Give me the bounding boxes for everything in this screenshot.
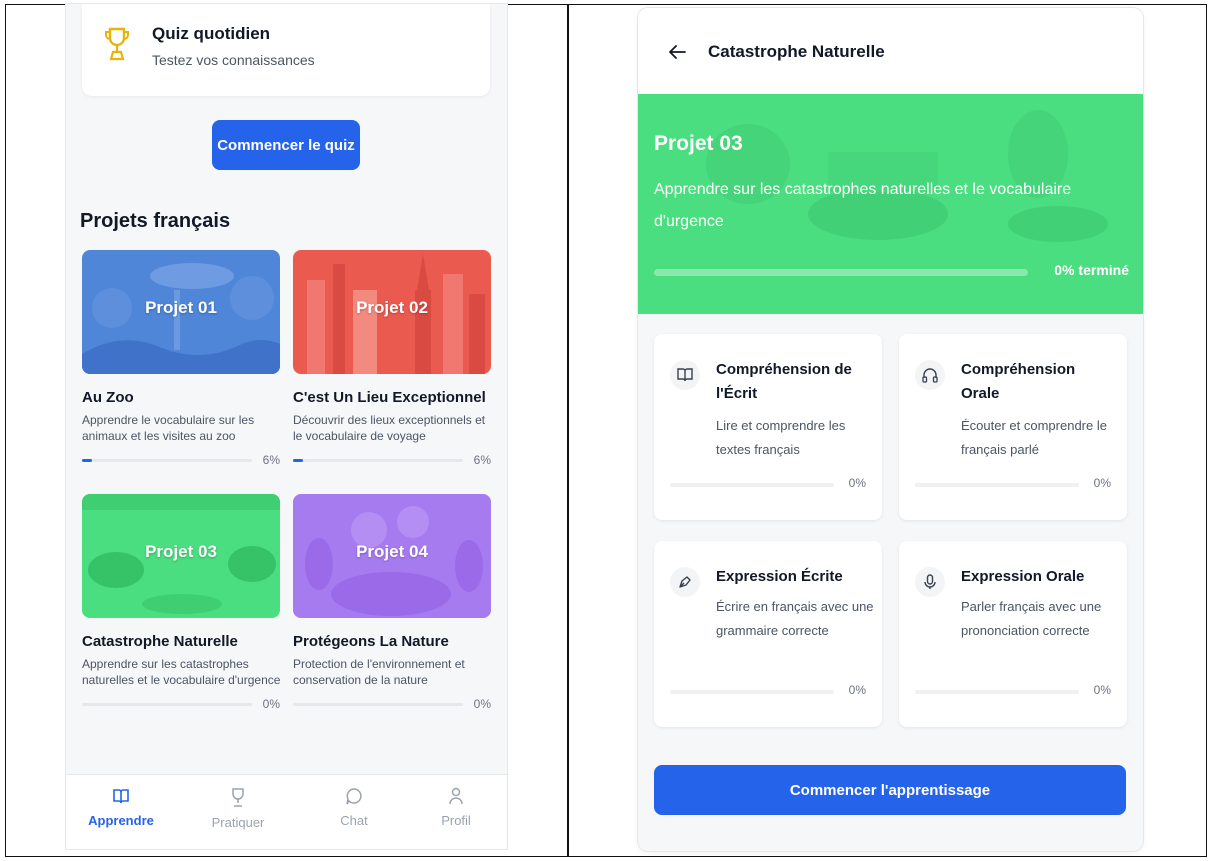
quiz-subtitle: Testez vos connaissances: [152, 52, 315, 68]
document-table-divider: [567, 4, 569, 857]
project-card-04[interactable]: Projet 04 Protégeons La Nature Protectio…: [293, 494, 491, 711]
skill-progress-bar: [670, 483, 834, 487]
home-screen: Quiz quotidien Testez vos connaissances …: [66, 4, 507, 849]
skill-title: Compréhension de l'Écrit: [716, 361, 852, 402]
book-icon: [113, 789, 129, 804]
project-label: Projet 02: [356, 298, 428, 317]
skill-card-listening[interactable]: Compréhension Orale Écouter et comprendr…: [899, 334, 1127, 520]
user-icon: [449, 787, 463, 805]
start-learning-button[interactable]: Commencer l'apprentissage: [654, 765, 1126, 815]
quiz-title: Quiz quotidien: [152, 24, 271, 43]
project-progress: 0%: [293, 697, 491, 711]
nav-label: Chat: [340, 813, 368, 828]
skill-icon-wrap: [670, 567, 700, 597]
project-name: Catastrophe Naturelle: [82, 633, 238, 650]
skill-progress-bar: [670, 690, 834, 694]
project-banner: Projet 03 Apprendre sur les catastrophes…: [638, 94, 1143, 314]
skill-description: Lire et comprendre les textes français: [716, 418, 846, 457]
headphones-icon: [922, 368, 938, 383]
progress-fill: [82, 459, 93, 462]
nav-item-chat[interactable]: Chat: [314, 787, 394, 828]
skill-title: Compréhension Orale: [961, 361, 1076, 402]
skill-progress-percent: 0%: [848, 476, 866, 490]
progress-percent: 6%: [262, 453, 280, 467]
banner-title: Projet 03: [654, 132, 743, 155]
skill-progress-percent: 0%: [848, 683, 866, 697]
project-name: Protégeons La Nature: [293, 633, 449, 650]
project-image: Projet 01: [82, 250, 280, 374]
project-description: Apprendre sur les catastrophes naturelles…: [82, 657, 281, 687]
skill-title: Expression Orale: [961, 568, 1085, 585]
project-detail-screen: Catastrophe Naturelle Projet 03 Apprendr…: [638, 8, 1143, 851]
progress-percent: 0%: [262, 697, 280, 711]
project-card-02[interactable]: Projet 02 C'est Un Lieu Exceptionnel Déc…: [293, 250, 491, 467]
skill-progress-percent: 0%: [1093, 683, 1111, 697]
nav-item-apprendre[interactable]: Apprendre: [81, 787, 161, 828]
project-description: Apprendre le vocabulaire sur les animaux …: [82, 413, 255, 443]
project-progress: 0%: [82, 697, 280, 711]
skill-progress-percent: 0%: [1093, 476, 1111, 490]
progress-percent: 0%: [473, 697, 491, 711]
back-arrow-icon[interactable]: [668, 44, 686, 60]
project-progress: 6%: [82, 453, 280, 467]
project-card-01[interactable]: Projet 01 Au Zoo Apprendre le vocabulair…: [82, 250, 280, 467]
banner-description: Apprendre sur les catastrophes naturelle…: [654, 181, 1072, 230]
book-icon: [677, 368, 693, 382]
chat-icon: [346, 788, 362, 805]
skill-progress-bar: [915, 483, 1079, 487]
progress-percent: 6%: [473, 453, 491, 467]
project-card-03[interactable]: Projet 03 Catastrophe Naturelle Apprendr…: [82, 494, 280, 711]
start-quiz-button[interactable]: Commencer le quiz: [212, 120, 360, 170]
skill-icon-wrap: [915, 360, 945, 390]
project-name: Au Zoo: [82, 389, 134, 406]
nav-label: Profil: [441, 813, 471, 828]
project-image: Projet 04: [293, 494, 491, 618]
banner-progress-text: 0% terminé: [1054, 262, 1129, 278]
project-label: Projet 03: [145, 542, 217, 561]
bottom-navigation: Apprendre Pratiquer Chat Profil: [66, 774, 507, 849]
skill-card-reading[interactable]: Compréhension de l'Écrit Lire et compren…: [654, 334, 882, 520]
page-title: Catastrophe Naturelle: [708, 42, 885, 61]
skill-description: Parler français avec une prononciation c…: [961, 599, 1102, 638]
nav-item-profil[interactable]: Profil: [416, 787, 496, 828]
skill-card-speaking[interactable]: Expression Orale Parler français avec un…: [899, 541, 1127, 727]
skill-title: Expression Écrite: [716, 568, 843, 585]
skill-description: Écrire en français avec une grammaire co…: [716, 599, 874, 638]
project-name: C'est Un Lieu Exceptionnel: [293, 389, 486, 406]
project-label: Projet 01: [145, 298, 217, 317]
app-header: Catastrophe Naturelle: [638, 8, 1143, 94]
skill-progress-bar: [915, 690, 1079, 694]
pen-icon: [679, 576, 691, 588]
project-description: Découvrir des lieux exceptionnels et le v…: [293, 413, 486, 443]
trophy-icon: [105, 27, 129, 61]
banner-progress-bar: [654, 269, 1028, 276]
skill-card-writing[interactable]: Expression Écrite Écrire en français ave…: [654, 541, 882, 727]
progress-fill: [293, 459, 304, 462]
project-label: Projet 04: [356, 542, 428, 561]
project-description: Protection de l'environnement et conserva…: [293, 657, 465, 687]
nav-label: Pratiquer: [211, 815, 265, 830]
section-title: Projets français: [80, 210, 231, 232]
project-progress: 6%: [293, 453, 491, 467]
skill-description: Écouter et comprendre le français parlé: [961, 418, 1107, 457]
daily-quiz-card[interactable]: Quiz quotidien Testez vos connaissances: [82, 4, 490, 96]
nav-label: Apprendre: [88, 813, 154, 828]
trophy-icon: [232, 788, 244, 807]
microphone-icon: [924, 574, 936, 589]
project-image: Projet 02: [293, 250, 491, 374]
project-image: Projet 03: [82, 494, 280, 618]
skill-icon-wrap: [670, 360, 700, 390]
skill-icon-wrap: [915, 567, 945, 597]
nav-item-pratiquer[interactable]: Pratiquer: [198, 787, 278, 830]
